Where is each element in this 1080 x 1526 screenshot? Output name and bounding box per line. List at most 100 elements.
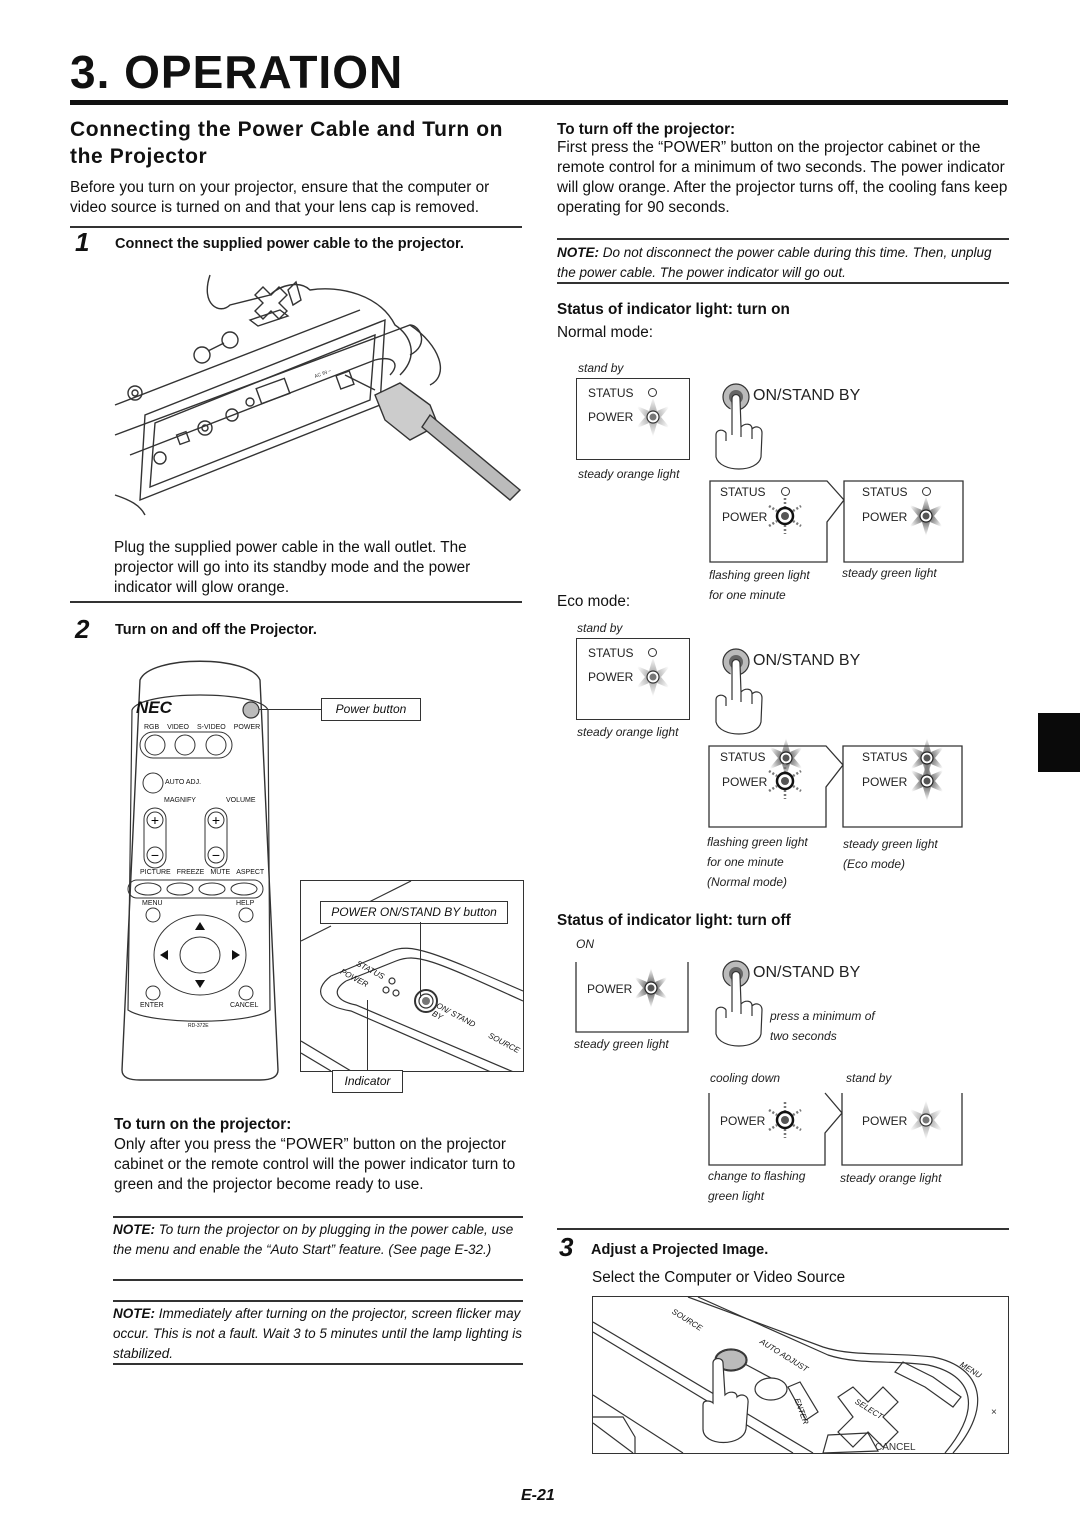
- status-led-off-icon: [648, 648, 657, 657]
- power-led-flashing-green-icon: [765, 496, 805, 536]
- label-rgb: RGB: [144, 724, 160, 731]
- status-label: STATUS: [720, 750, 766, 764]
- power-label: POWER: [862, 510, 908, 524]
- power-label: POWER: [587, 982, 633, 996]
- on-standby-label: ON/STAND BY: [753, 387, 861, 404]
- step-3-number: 3: [559, 1232, 574, 1262]
- projector-top-panel-illustration: CANCEL × SOURCE AUTO ADJUST MENU SELECT …: [592, 1296, 1009, 1454]
- svg-text:+: +: [151, 812, 159, 828]
- auto-adjust-button[interactable]: [755, 1378, 787, 1400]
- status-label: STATUS: [588, 646, 634, 660]
- power-label: POWER: [722, 775, 768, 789]
- turn-on-body: Only after you press the “POWER” button …: [114, 1136, 516, 1193]
- step-2-label: Turn on and off the Projector.: [115, 622, 317, 638]
- power-led-steady-green-icon: [906, 496, 946, 536]
- note-text: To turn the projector on by plugging in …: [113, 1222, 514, 1257]
- callout-line: [367, 1000, 369, 1072]
- power-label: POWER: [588, 670, 634, 684]
- divider: [557, 282, 1009, 284]
- flash-desc: flashing green light: [709, 568, 810, 582]
- indicator-box-standby: STATUS POWER: [576, 378, 690, 460]
- power-label: POWER: [720, 1114, 766, 1128]
- status-off-heading: Status of indicator light: turn off: [557, 912, 791, 929]
- divider: [113, 1300, 523, 1302]
- remote-power-button[interactable]: [242, 702, 260, 720]
- note-flicker: NOTE: Immediately after turning on the p…: [113, 1304, 523, 1364]
- on-standby-label: ON/STAND BY: [753, 964, 861, 981]
- power-label: POWER: [722, 510, 768, 524]
- status-label: STATUS: [862, 750, 908, 764]
- flash-desc: for one minute: [707, 855, 784, 869]
- flash-desc: for one minute: [709, 588, 786, 602]
- status-on-heading: Status of indicator light: turn on: [557, 301, 790, 318]
- section-title: Connecting the Power Cable and Turn on t…: [70, 118, 504, 168]
- label-cancel: CANCEL: [230, 1002, 259, 1009]
- callout-line: [259, 709, 322, 711]
- standby-caption: stand by: [846, 1071, 892, 1085]
- callout-line: [420, 922, 422, 998]
- source-button[interactable]: [715, 1349, 747, 1371]
- divider: [557, 1228, 1009, 1230]
- label-video: VIDEO: [167, 724, 189, 731]
- label-power: POWER: [233, 724, 261, 731]
- steady-desc: steady green light: [843, 837, 938, 851]
- page-number: E-21: [521, 1487, 555, 1504]
- step-1-body: Plug the supplied power cable in the wal…: [114, 539, 471, 596]
- step-1-label: Connect the supplied power cable to the …: [115, 236, 464, 252]
- note-auto-start: NOTE: To turn the projector on by pluggi…: [113, 1220, 523, 1260]
- turn-off-body: First press the “POWER” button on the pr…: [557, 139, 1008, 216]
- power-led-orange-glow-icon: [906, 1100, 946, 1140]
- standby-desc: steady orange light: [577, 725, 679, 739]
- press-desc: two seconds: [770, 1029, 837, 1043]
- chapter-rule: [70, 100, 1008, 105]
- power-label: POWER: [588, 410, 634, 424]
- remote-row3-labels: PICTURE FREEZE MUTE ASPECT: [140, 869, 264, 876]
- section-intro: Before you turn on your projector, ensur…: [70, 179, 490, 216]
- label-help: HELP: [236, 900, 255, 907]
- status-led-off-icon: [781, 487, 790, 496]
- turn-off-heading: To turn off the projector:: [557, 121, 736, 138]
- press-desc: press a minimum of: [770, 1009, 875, 1023]
- svg-text:−: −: [212, 847, 220, 863]
- turn-on-heading: To turn on the projector:: [114, 1116, 292, 1133]
- status-label: STATUS: [720, 485, 766, 499]
- note-text: Do not disconnect the power cable during…: [557, 245, 992, 280]
- label-picture: PICTURE: [140, 869, 171, 876]
- svg-text:−: −: [151, 847, 159, 863]
- eco-mode-label: Eco mode:: [557, 593, 631, 610]
- indicator-box-standby: STATUS POWER: [576, 638, 690, 720]
- standby-caption: stand by: [577, 621, 623, 635]
- svg-text:×: ×: [991, 1407, 997, 1418]
- projector-rear-illustration: AC IN ~: [110, 265, 530, 530]
- divider: [70, 601, 522, 603]
- power-button-callout: Power button: [321, 698, 421, 721]
- power-label: POWER: [862, 775, 908, 789]
- steady-desc: (Eco mode): [843, 857, 906, 871]
- step-2-number: 2: [75, 614, 90, 644]
- on-caption: ON: [576, 937, 594, 951]
- power-label: POWER: [862, 1114, 908, 1128]
- step-1-number: 1: [75, 227, 90, 257]
- remote-row1-labels: RGB VIDEO S-VIDEO POWER: [144, 724, 260, 731]
- power-led-orange-glow-icon: [633, 657, 673, 697]
- standby-caption: stand by: [578, 361, 624, 375]
- label-volume: VOLUME: [226, 797, 256, 804]
- power-led-steady-green-icon: [907, 761, 947, 801]
- cabinet-power-button[interactable]: [414, 989, 438, 1013]
- note-prefix: NOTE:: [113, 1222, 155, 1237]
- step-3-label: Adjust a Projected Image.: [591, 1242, 769, 1258]
- divider: [113, 1363, 523, 1365]
- cooling-desc: change to flashing: [708, 1169, 806, 1183]
- divider: [70, 226, 522, 228]
- remote-model: RD-372E: [188, 1023, 209, 1029]
- note-prefix: NOTE:: [557, 245, 599, 260]
- label-aspect: ASPECT: [236, 869, 265, 876]
- divider: [557, 238, 1009, 240]
- steady-desc: steady green light: [842, 566, 937, 580]
- svg-text:+: +: [212, 812, 220, 828]
- cancel-label: CANCEL: [875, 1442, 916, 1453]
- label-enter: ENTER: [140, 1002, 164, 1009]
- flash-desc: (Normal mode): [707, 875, 788, 889]
- power-led-flashing-green-icon: [765, 761, 805, 801]
- on-standby-label: ON/STAND BY: [753, 652, 861, 669]
